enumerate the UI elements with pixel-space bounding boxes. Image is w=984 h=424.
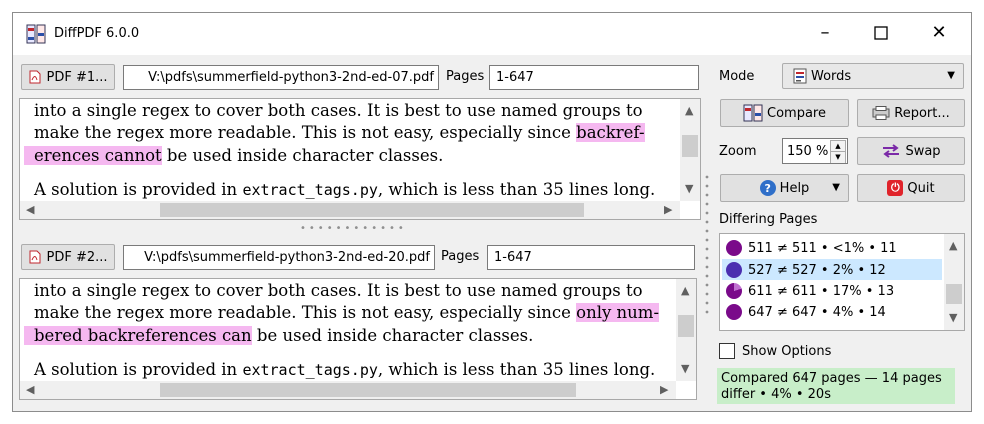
show-options-checkbox[interactable] bbox=[719, 343, 735, 359]
diffpdf-app-icon bbox=[26, 24, 46, 44]
help-button-label: Help bbox=[779, 180, 810, 196]
status-panel: Compared 647 pages — 14 pages differ • 4… bbox=[717, 368, 955, 404]
swap-button[interactable]: Swap bbox=[857, 137, 965, 165]
power-icon: ⏻ bbox=[887, 180, 904, 196]
compare-icon bbox=[743, 104, 763, 122]
chevron-down-icon: ▼ bbox=[947, 70, 955, 81]
spin-down-icon[interactable]: ▼ bbox=[830, 151, 846, 163]
report-button-label: Report... bbox=[894, 105, 950, 121]
diff-level-icon bbox=[726, 283, 742, 299]
pages1-input[interactable]: 1-647 bbox=[489, 65, 699, 90]
status-line: differ • 4% • 20s bbox=[721, 387, 831, 402]
pages2-input[interactable]: 1-647 bbox=[487, 245, 695, 270]
mode-select[interactable]: Words ▼ bbox=[782, 63, 964, 89]
list-vertical-scrollbar[interactable]: ▲ ▼ bbox=[944, 234, 964, 330]
doc-line: erences cannot be used inside character … bbox=[24, 144, 443, 167]
mode-select-value: Words bbox=[811, 68, 852, 84]
pdf-icon bbox=[29, 70, 41, 84]
help-button[interactable]: ? Help ▼ bbox=[720, 174, 849, 202]
scroll-down-icon[interactable]: ▼ bbox=[681, 363, 689, 375]
scroll-left-icon[interactable]: ◀ bbox=[26, 384, 34, 396]
pages1-label: Pages bbox=[446, 69, 485, 84]
diff-level-icon bbox=[726, 262, 742, 278]
pdf2-button-label: PDF #2... bbox=[46, 249, 108, 265]
doc-line: make the regex more readable. This is no… bbox=[34, 123, 645, 142]
close-icon[interactable]: ✕ bbox=[924, 21, 954, 45]
doc-line: make the regex more readable. This is no… bbox=[34, 303, 660, 322]
zoom-value: 150 % bbox=[787, 143, 829, 159]
bottom-horizontal-scrollbar[interactable]: ◀ ▶ bbox=[20, 381, 676, 399]
report-icon bbox=[872, 106, 890, 120]
maximize-icon[interactable] bbox=[866, 21, 896, 45]
top-document-view[interactable]: into a single regex to cover both cases.… bbox=[19, 98, 701, 220]
list-item[interactable]: 611 ≠ 611 • 17% • 13 bbox=[726, 281, 894, 301]
report-button[interactable]: Report... bbox=[857, 99, 965, 127]
quit-button-label: Quit bbox=[907, 180, 935, 196]
scroll-up-icon[interactable]: ▲ bbox=[685, 105, 693, 117]
compare-button[interactable]: Compare bbox=[720, 99, 849, 127]
doc-line: bered backreferences can be used inside … bbox=[24, 324, 533, 347]
top-vertical-scrollbar[interactable]: ▲ ▼ bbox=[680, 99, 700, 201]
differing-pages-label: Differing Pages bbox=[719, 212, 818, 227]
minimize-icon[interactable]: – bbox=[810, 21, 840, 45]
scroll-right-icon[interactable]: ▶ bbox=[664, 204, 672, 216]
bottom-vertical-scrollbar[interactable]: ▲ ▼ bbox=[676, 279, 696, 381]
doc-line: A solution is provided in extract_tags.p… bbox=[34, 180, 656, 199]
pdf1-button-label: PDF #1... bbox=[46, 69, 108, 85]
scroll-up-icon[interactable]: ▲ bbox=[681, 285, 689, 297]
swap-button-label: Swap bbox=[905, 143, 941, 159]
bottom-document-view[interactable]: into a single regex to cover both cases.… bbox=[19, 278, 697, 400]
pdf-icon bbox=[29, 250, 41, 264]
quit-button[interactable]: ⏻ Quit bbox=[857, 174, 965, 202]
words-mode-icon bbox=[793, 68, 807, 84]
list-item[interactable]: 511 ≠ 511 • <1% • 11 bbox=[726, 238, 897, 258]
scroll-thumb[interactable] bbox=[682, 135, 698, 157]
diff-highlight: backref- bbox=[576, 123, 645, 142]
pdf2-button[interactable]: PDF #2... bbox=[21, 244, 115, 270]
mode-label: Mode bbox=[719, 69, 755, 84]
scroll-down-icon[interactable]: ▼ bbox=[685, 183, 693, 195]
zoom-spinbox[interactable]: 150 % ▲ ▼ bbox=[782, 138, 848, 164]
scroll-thumb[interactable] bbox=[678, 315, 694, 337]
doc-line: A solution is provided in extract_tags.p… bbox=[34, 360, 656, 379]
swap-arrows-icon bbox=[883, 144, 900, 158]
diff-level-icon bbox=[726, 240, 742, 256]
scroll-down-icon[interactable]: ▼ bbox=[949, 312, 957, 324]
diff-highlight: erences cannot bbox=[24, 146, 162, 165]
doc-line: into a single regex to cover both cases.… bbox=[34, 101, 643, 120]
scroll-right-icon[interactable]: ▶ bbox=[660, 384, 668, 396]
pdf1-file-field[interactable]: V:\pdfs\summerfield-python3-2nd-ed-07.pd… bbox=[123, 65, 439, 90]
pages2-label: Pages bbox=[441, 249, 480, 264]
pdf1-button[interactable]: PDF #1... bbox=[21, 64, 115, 90]
horizontal-splitter-handle[interactable]: •••••••••••• bbox=[300, 223, 407, 234]
vertical-splitter-handle[interactable] bbox=[704, 172, 710, 322]
chevron-down-icon: ▼ bbox=[832, 182, 840, 193]
scroll-thumb[interactable] bbox=[946, 284, 962, 304]
differing-pages-list[interactable]: 511 ≠ 511 • <1% • 11 527 ≠ 527 • 2% • 12… bbox=[719, 233, 965, 331]
scroll-thumb[interactable] bbox=[160, 383, 576, 397]
help-icon: ? bbox=[759, 180, 776, 196]
scroll-up-icon[interactable]: ▲ bbox=[949, 240, 957, 252]
list-item[interactable]: 647 ≠ 647 • 4% • 14 bbox=[726, 302, 886, 322]
doc-line: into a single regex to cover both cases.… bbox=[34, 281, 643, 300]
status-line: Compared 647 pages — 14 pages bbox=[721, 371, 942, 386]
pdf2-file-field[interactable]: V:\pdfs\summerfield-python3-2nd-ed-20.pd… bbox=[123, 245, 435, 270]
window-title: DiffPDF 6.0.0 bbox=[54, 26, 140, 41]
zoom-label: Zoom bbox=[719, 144, 757, 159]
top-horizontal-scrollbar[interactable]: ◀ ▶ bbox=[20, 201, 680, 219]
list-item[interactable]: 527 ≠ 527 • 2% • 12 bbox=[726, 260, 886, 280]
compare-button-label: Compare bbox=[767, 105, 826, 121]
show-options-label: Show Options bbox=[742, 344, 832, 359]
scroll-left-icon[interactable]: ◀ bbox=[26, 204, 34, 216]
diff-highlight: only num- bbox=[576, 303, 660, 322]
diff-highlight: bered backreferences can bbox=[24, 326, 252, 345]
scroll-thumb[interactable] bbox=[160, 203, 584, 217]
diff-level-icon bbox=[726, 304, 742, 320]
